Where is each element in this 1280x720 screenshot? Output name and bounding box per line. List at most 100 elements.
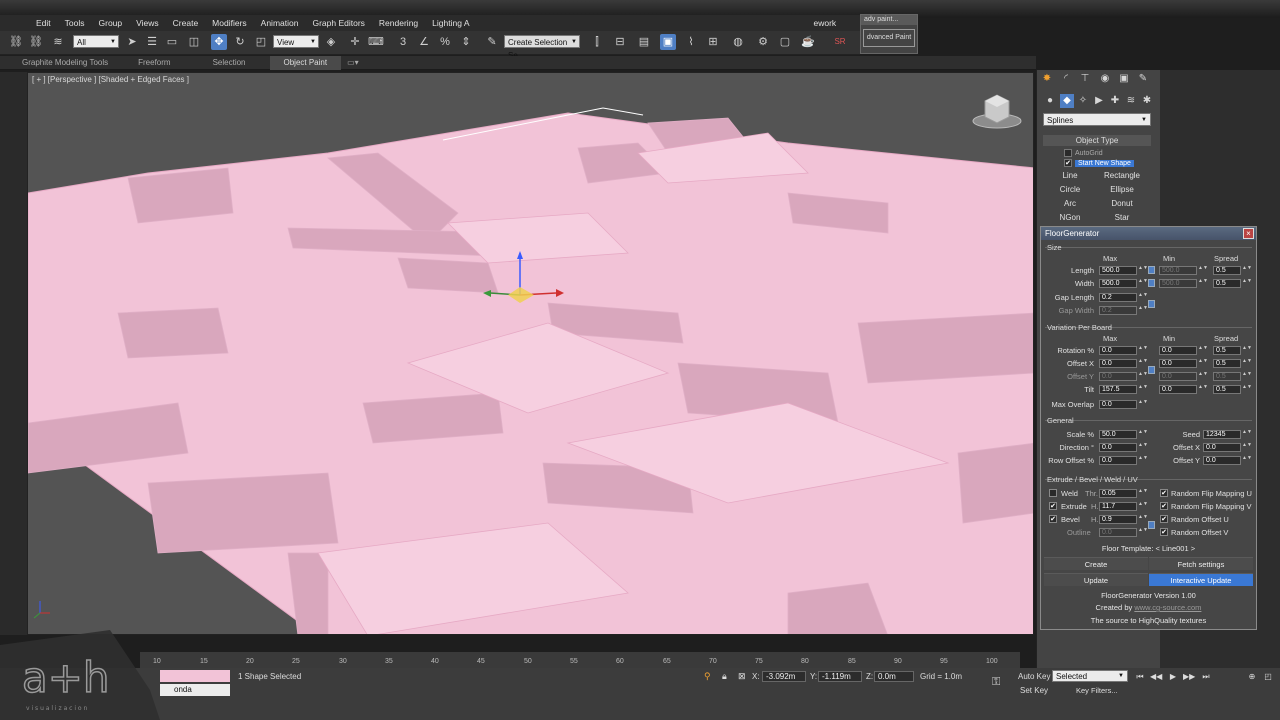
next-frame-icon[interactable]: ▶▶: [1183, 671, 1195, 682]
update-button[interactable]: Update: [1044, 573, 1148, 586]
rendered-frame-icon[interactable]: ▢: [777, 34, 793, 50]
tilt-max-field[interactable]: 157.5: [1099, 385, 1137, 394]
flip-u-checkbox[interactable]: ✔: [1160, 489, 1168, 497]
bevel-h-spinner[interactable]: ▲▼: [1138, 515, 1148, 524]
width-min-field[interactable]: 500.0: [1159, 279, 1197, 288]
line-button[interactable]: Line: [1045, 170, 1095, 182]
direction-spinner[interactable]: ▲▼: [1138, 443, 1148, 452]
star-button[interactable]: Star: [1097, 212, 1147, 224]
rotation-spread-field[interactable]: 0.5: [1213, 346, 1241, 355]
motion-tab-icon[interactable]: ◉: [1098, 72, 1112, 86]
select-rotate-icon[interactable]: ↻: [232, 34, 248, 50]
render-production-icon[interactable]: ☕: [800, 34, 816, 50]
set-key-button[interactable]: Set Key: [1020, 686, 1048, 695]
y-coordinate-field[interactable]: -1.119m: [818, 671, 862, 682]
mirror-icon[interactable]: ⫿: [589, 34, 605, 50]
spinner-snap-icon[interactable]: ⇕: [458, 34, 474, 50]
width-max-spinner[interactable]: ▲▼: [1138, 279, 1148, 288]
menu-create[interactable]: Create: [166, 18, 206, 28]
bevel-lock-button[interactable]: [1148, 521, 1155, 529]
schematic-view-icon[interactable]: ⊞: [705, 34, 721, 50]
offsetx-max-spinner[interactable]: ▲▼: [1138, 359, 1148, 368]
rectangle-button[interactable]: Rectangle: [1097, 170, 1147, 182]
gap-width-spinner[interactable]: ▲▼: [1138, 306, 1148, 315]
link-icon[interactable]: ⛓: [8, 34, 24, 50]
object-type-rollout[interactable]: Object Type: [1043, 135, 1151, 146]
tilt-min-spinner[interactable]: ▲▼: [1198, 385, 1208, 394]
play-icon[interactable]: ▶: [1167, 671, 1179, 682]
maxscript-listener[interactable]: [160, 670, 230, 682]
bevel-checkbox[interactable]: ✔: [1049, 515, 1057, 523]
tab-selection[interactable]: Selection: [199, 56, 270, 70]
outline-spinner[interactable]: ▲▼: [1138, 528, 1148, 537]
length-spread-spinner[interactable]: ▲▼: [1242, 266, 1252, 275]
rotation-min-spinner[interactable]: ▲▼: [1198, 346, 1208, 355]
menu-animation[interactable]: Animation: [254, 18, 306, 28]
fetch-settings-button[interactable]: Fetch settings: [1149, 557, 1253, 570]
offsety-min-spinner[interactable]: ▲▼: [1198, 372, 1208, 381]
menu-modifiers[interactable]: Modifiers: [205, 18, 253, 28]
angle-snap-icon[interactable]: ∠: [416, 34, 432, 50]
keyboard-shortcut-icon[interactable]: ⌨: [368, 34, 384, 50]
select-object-icon[interactable]: ➤: [124, 34, 140, 50]
shapes-icon[interactable]: ◆: [1060, 94, 1074, 108]
weld-thr-spinner[interactable]: ▲▼: [1138, 489, 1148, 498]
ngon-button[interactable]: NGon: [1045, 212, 1095, 224]
donut-button[interactable]: Donut: [1097, 198, 1147, 210]
tilt-spread-spinner[interactable]: ▲▼: [1242, 385, 1252, 394]
selection-filter-dropdown[interactable]: All ▼: [73, 35, 119, 48]
spacewarps-icon[interactable]: ≋: [1124, 94, 1138, 108]
start-new-shape-checkbox[interactable]: ✔: [1064, 159, 1072, 167]
menu-views[interactable]: Views: [129, 18, 166, 28]
viewport-label[interactable]: [ + ] [Perspective ] [Shaded + Edged Fac…: [32, 75, 189, 84]
absolute-mode-icon[interactable]: ⊠: [738, 671, 746, 682]
gap-width-field[interactable]: 0.2: [1099, 306, 1137, 315]
tilt-max-spinner[interactable]: ▲▼: [1138, 385, 1148, 394]
create-button[interactable]: Create: [1044, 557, 1148, 570]
snap-toggle-icon[interactable]: 3: [395, 34, 411, 50]
menu-tools[interactable]: Tools: [58, 18, 92, 28]
tab-freeform[interactable]: Freeform: [122, 56, 198, 70]
reference-coord-dropdown[interactable]: View ▼: [273, 35, 319, 48]
perspective-viewport[interactable]: [ + ] [Perspective ] [Shaded + Edged Fac…: [27, 72, 1034, 635]
width-min-spinner[interactable]: ▲▼: [1198, 279, 1208, 288]
menu-edit[interactable]: Edit: [0, 18, 58, 28]
material-editor-icon[interactable]: ◍: [730, 34, 746, 50]
bevel-h-field[interactable]: 0.9: [1099, 515, 1137, 524]
general-offsety-field[interactable]: 0.0: [1203, 456, 1241, 465]
offset-v-checkbox[interactable]: ✔: [1160, 528, 1168, 536]
hierarchy-tab-icon[interactable]: ⊤: [1078, 72, 1092, 86]
max-overlap-field[interactable]: 0.0: [1099, 400, 1137, 409]
lock-selection-icon[interactable]: 🔒︎: [722, 671, 727, 682]
offset-u-checkbox[interactable]: ✔: [1160, 515, 1168, 523]
gap-length-spinner[interactable]: ▲▼: [1138, 293, 1148, 302]
create-tab-icon[interactable]: ✸: [1040, 72, 1054, 86]
adv-paint-title[interactable]: adv paint...: [861, 15, 917, 25]
gap-lock-button[interactable]: [1148, 300, 1155, 308]
menu-group[interactable]: Group: [92, 18, 130, 28]
seed-field[interactable]: 12345: [1203, 430, 1241, 439]
menu-rendering[interactable]: Rendering: [372, 18, 425, 28]
width-spread-spinner[interactable]: ▲▼: [1242, 279, 1252, 288]
select-move-icon[interactable]: ✥: [211, 34, 227, 50]
align-icon[interactable]: ⊟: [612, 34, 628, 50]
ribbon-options-icon[interactable]: ▭▾: [341, 56, 365, 70]
graphite-toggle-icon[interactable]: ▣: [660, 34, 676, 50]
window-crossing-icon[interactable]: ◫: [186, 34, 202, 50]
extrude-checkbox[interactable]: ✔: [1049, 502, 1057, 510]
goto-start-icon[interactable]: ⏮: [1134, 671, 1146, 682]
length-max-field[interactable]: 500.0: [1099, 266, 1137, 275]
offsetx-spread-field[interactable]: 0.5: [1213, 359, 1241, 368]
prev-frame-icon[interactable]: ◀◀: [1150, 671, 1162, 682]
select-manipulate-icon[interactable]: ✛: [347, 34, 363, 50]
cameras-icon[interactable]: ▶: [1092, 94, 1106, 108]
geometry-icon[interactable]: ●: [1043, 94, 1057, 108]
rotation-min-field[interactable]: 0.0: [1159, 346, 1197, 355]
gap-length-field[interactable]: 0.2: [1099, 293, 1137, 302]
extrude-h-field[interactable]: 11.7: [1099, 502, 1137, 511]
menu-graph-editors[interactable]: Graph Editors: [305, 18, 371, 28]
helpers-icon[interactable]: ✚: [1108, 94, 1122, 108]
tilt-min-field[interactable]: 0.0: [1159, 385, 1197, 394]
scale-field[interactable]: 50.0: [1099, 430, 1137, 439]
bind-spacewarp-icon[interactable]: ≋: [50, 34, 66, 50]
